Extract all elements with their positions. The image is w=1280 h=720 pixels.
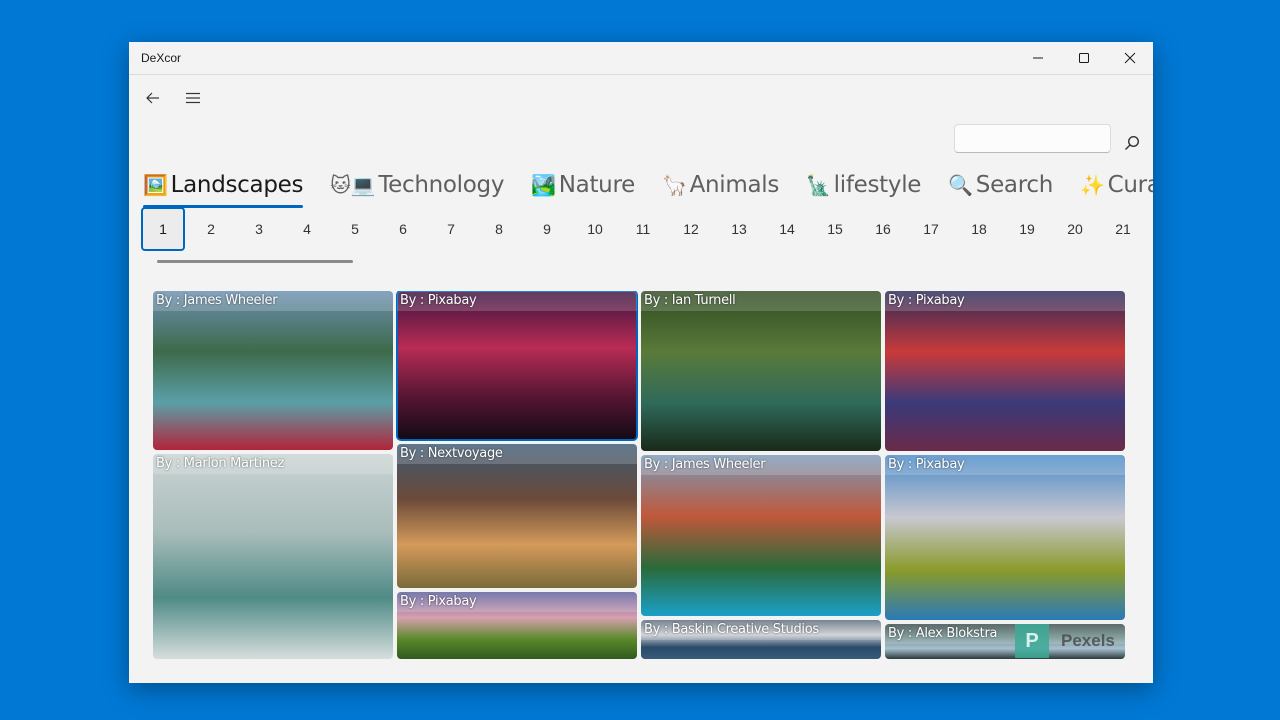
llama-icon: 🦙 bbox=[661, 173, 687, 197]
page-button-9[interactable]: 9 bbox=[525, 207, 569, 251]
photo-card[interactable]: By : Marlon Martinez bbox=[153, 454, 393, 659]
page-button-2[interactable]: 2 bbox=[189, 207, 233, 251]
hamburger-menu-icon bbox=[186, 92, 200, 104]
photo-card[interactable]: By : Ian Turnell bbox=[641, 291, 881, 451]
photo-image bbox=[153, 454, 393, 659]
tab-label: Nature bbox=[558, 172, 636, 198]
photo-credit: By : Pixabay bbox=[397, 291, 637, 311]
photo-credit: By : Nextvoyage bbox=[397, 444, 637, 464]
magnifier-icon: 🔍 bbox=[948, 173, 973, 197]
tab-label: Search bbox=[975, 172, 1054, 198]
pexels-text: Pexels bbox=[1061, 631, 1115, 650]
photo-credit: By : Pixabay bbox=[397, 592, 637, 612]
page-button-3[interactable]: 3 bbox=[237, 207, 281, 251]
search-input[interactable] bbox=[954, 124, 1111, 153]
photo-credit: By : Pixabay bbox=[885, 455, 1125, 475]
app-title: DeXcor bbox=[141, 51, 182, 65]
close-button[interactable] bbox=[1107, 42, 1153, 74]
minimize-icon bbox=[1033, 57, 1043, 59]
tab-label: lifestyle bbox=[833, 172, 922, 198]
photo-card[interactable]: By : Nextvoyage bbox=[397, 444, 637, 588]
photo-card[interactable]: By : Pixabay bbox=[885, 291, 1125, 451]
photo-card[interactable]: By : Pixabay bbox=[885, 455, 1125, 620]
tab-label: Curate bbox=[1107, 172, 1153, 198]
tab-animals[interactable]: 🦙 Animals bbox=[662, 166, 779, 206]
photo-image bbox=[397, 444, 637, 588]
photo-credit: By : Ian Turnell bbox=[641, 291, 881, 311]
photo-credit: By : Baskin Creative Studios bbox=[641, 620, 881, 640]
page-selector: 1 2 3 4 5 6 7 8 9 10 11 12 13 14 15 16 17 18 19 20 21 bbox=[141, 207, 1149, 253]
page-button-17[interactable]: 17 bbox=[909, 207, 953, 251]
app-window: DeXcor 🖼️ Landscapes 🐱💻 Technology 🏞️ Na… bbox=[129, 42, 1153, 683]
photo-card[interactable]: By : Baskin Creative Studios bbox=[641, 620, 881, 659]
page-button-21[interactable]: 21 bbox=[1101, 207, 1145, 251]
photo-credit: By : James Wheeler bbox=[641, 455, 881, 475]
page-button-11[interactable]: 11 bbox=[621, 207, 665, 251]
photo-image bbox=[885, 291, 1125, 451]
cat-laptop-icon: 🐱💻 bbox=[330, 173, 376, 197]
tab-curated[interactable]: ✨ Curate bbox=[1080, 166, 1153, 206]
page-button-8[interactable]: 8 bbox=[477, 207, 521, 251]
page-button-18[interactable]: 18 bbox=[957, 207, 1001, 251]
photo-grid: By : James Wheeler By : Marlon Martinez By… bbox=[153, 291, 1127, 659]
tab-label: Landscapes bbox=[170, 172, 304, 198]
pexels-watermark: P Pexels bbox=[1015, 624, 1125, 659]
photo-credit: By : Marlon Martinez bbox=[153, 454, 393, 474]
page-button-4[interactable]: 4 bbox=[285, 207, 329, 251]
page-button-12[interactable]: 12 bbox=[669, 207, 713, 251]
sparkles-icon: ✨ bbox=[1079, 173, 1105, 197]
page-button-10[interactable]: 10 bbox=[573, 207, 617, 251]
photo-credit: By : Pixabay bbox=[885, 291, 1125, 311]
minimize-button[interactable] bbox=[1015, 42, 1061, 74]
tab-label: Technology bbox=[378, 172, 505, 198]
page-button-14[interactable]: 14 bbox=[765, 207, 809, 251]
photo-image bbox=[397, 291, 637, 440]
tab-lifestyle[interactable]: 🗽 lifestyle bbox=[806, 166, 921, 206]
page-button-13[interactable]: 13 bbox=[717, 207, 761, 251]
search-button[interactable] bbox=[1119, 130, 1145, 156]
horizontal-scrollbar[interactable] bbox=[157, 260, 353, 263]
photo-credit: By : James Wheeler bbox=[153, 291, 393, 311]
tab-search[interactable]: 🔍 Search bbox=[948, 166, 1053, 206]
photo-card[interactable]: By : Alex Blokstra P Pexels bbox=[885, 624, 1125, 659]
photo-image bbox=[885, 455, 1125, 620]
back-arrow-icon bbox=[146, 92, 159, 104]
photo-image bbox=[641, 455, 881, 616]
search-icon bbox=[1125, 135, 1140, 150]
menu-button[interactable] bbox=[177, 84, 209, 112]
page-button-5[interactable]: 5 bbox=[333, 207, 377, 251]
national-park-icon: 🏞️ bbox=[531, 173, 556, 197]
statue-of-liberty-icon: 🗽 bbox=[806, 173, 831, 197]
close-icon bbox=[1124, 52, 1136, 64]
tab-landscapes[interactable]: 🖼️ Landscapes bbox=[143, 166, 304, 208]
photo-card[interactable]: By : James Wheeler bbox=[641, 455, 881, 616]
photo-card[interactable]: By : Pixabay bbox=[397, 592, 637, 659]
tab-nature[interactable]: 🏞️ Nature bbox=[531, 166, 635, 206]
page-button-19[interactable]: 19 bbox=[1005, 207, 1049, 251]
page-button-16[interactable]: 16 bbox=[861, 207, 905, 251]
maximize-button[interactable] bbox=[1061, 42, 1107, 74]
maximize-icon bbox=[1079, 53, 1089, 63]
category-tabs: 🖼️ Landscapes 🐱💻 Technology 🏞️ Nature 🦙 … bbox=[143, 166, 1153, 208]
picture-icon: 🖼️ bbox=[143, 173, 168, 197]
page-button-6[interactable]: 6 bbox=[381, 207, 425, 251]
page-button-20[interactable]: 20 bbox=[1053, 207, 1097, 251]
pexels-logo-icon: P bbox=[1015, 624, 1049, 658]
photo-card[interactable]: By : James Wheeler bbox=[153, 291, 393, 450]
photo-card[interactable]: By : Pixabay bbox=[396, 291, 638, 441]
tab-label: Animals bbox=[689, 172, 780, 198]
page-button-1[interactable]: 1 bbox=[141, 207, 185, 251]
page-button-7[interactable]: 7 bbox=[429, 207, 473, 251]
back-button[interactable] bbox=[137, 84, 169, 112]
tab-technology[interactable]: 🐱💻 Technology bbox=[330, 166, 504, 206]
photo-image bbox=[153, 291, 393, 450]
photo-image bbox=[641, 291, 881, 451]
title-bar: DeXcor bbox=[129, 42, 1153, 75]
page-button-15[interactable]: 15 bbox=[813, 207, 857, 251]
